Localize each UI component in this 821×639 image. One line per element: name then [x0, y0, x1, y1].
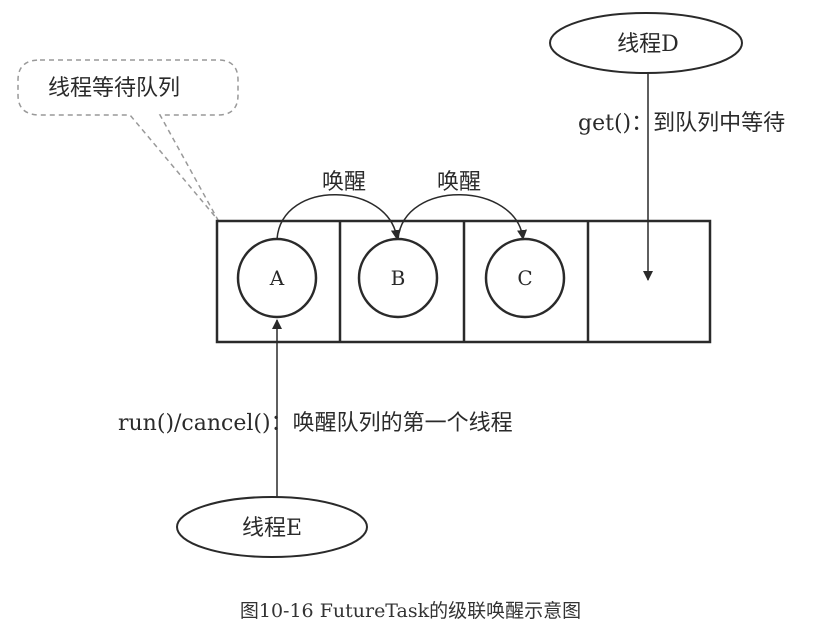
wake-label-2: 唤醒	[437, 170, 481, 195]
wake-label-1: 唤醒	[322, 170, 366, 195]
thread-d-label: 线程D	[617, 32, 679, 57]
node-a: A	[236, 237, 318, 319]
wake-arrow-b-to-c	[397, 194, 528, 240]
thread-e-label: 线程E	[242, 516, 302, 541]
figure-caption: 图10-16 FutureTask的级联唤醒示意图	[239, 600, 582, 622]
thread-d: 线程D	[549, 12, 743, 74]
node-b: B	[357, 237, 439, 319]
get-wait-label: get()：到队列中等待	[578, 111, 785, 136]
wake-arrow-a-to-b	[276, 194, 401, 240]
node-b-label: B	[391, 266, 406, 290]
waiting-queue-label: 线程等待队列	[48, 76, 180, 101]
thread-e: 线程E	[176, 496, 368, 558]
node-c: C	[484, 237, 566, 319]
node-a-label: A	[269, 266, 285, 290]
waiting-queue-bubble: 线程等待队列	[17, 59, 239, 221]
node-c-label: C	[517, 266, 532, 290]
future-task-cascade-diagram: 线程等待队列 线程D get()：到队列中等待 A B C 唤醒 唤醒 run(…	[17, 12, 785, 558]
run-cancel-label: run()/cancel()：唤醒队列的第一个线程	[118, 411, 513, 436]
